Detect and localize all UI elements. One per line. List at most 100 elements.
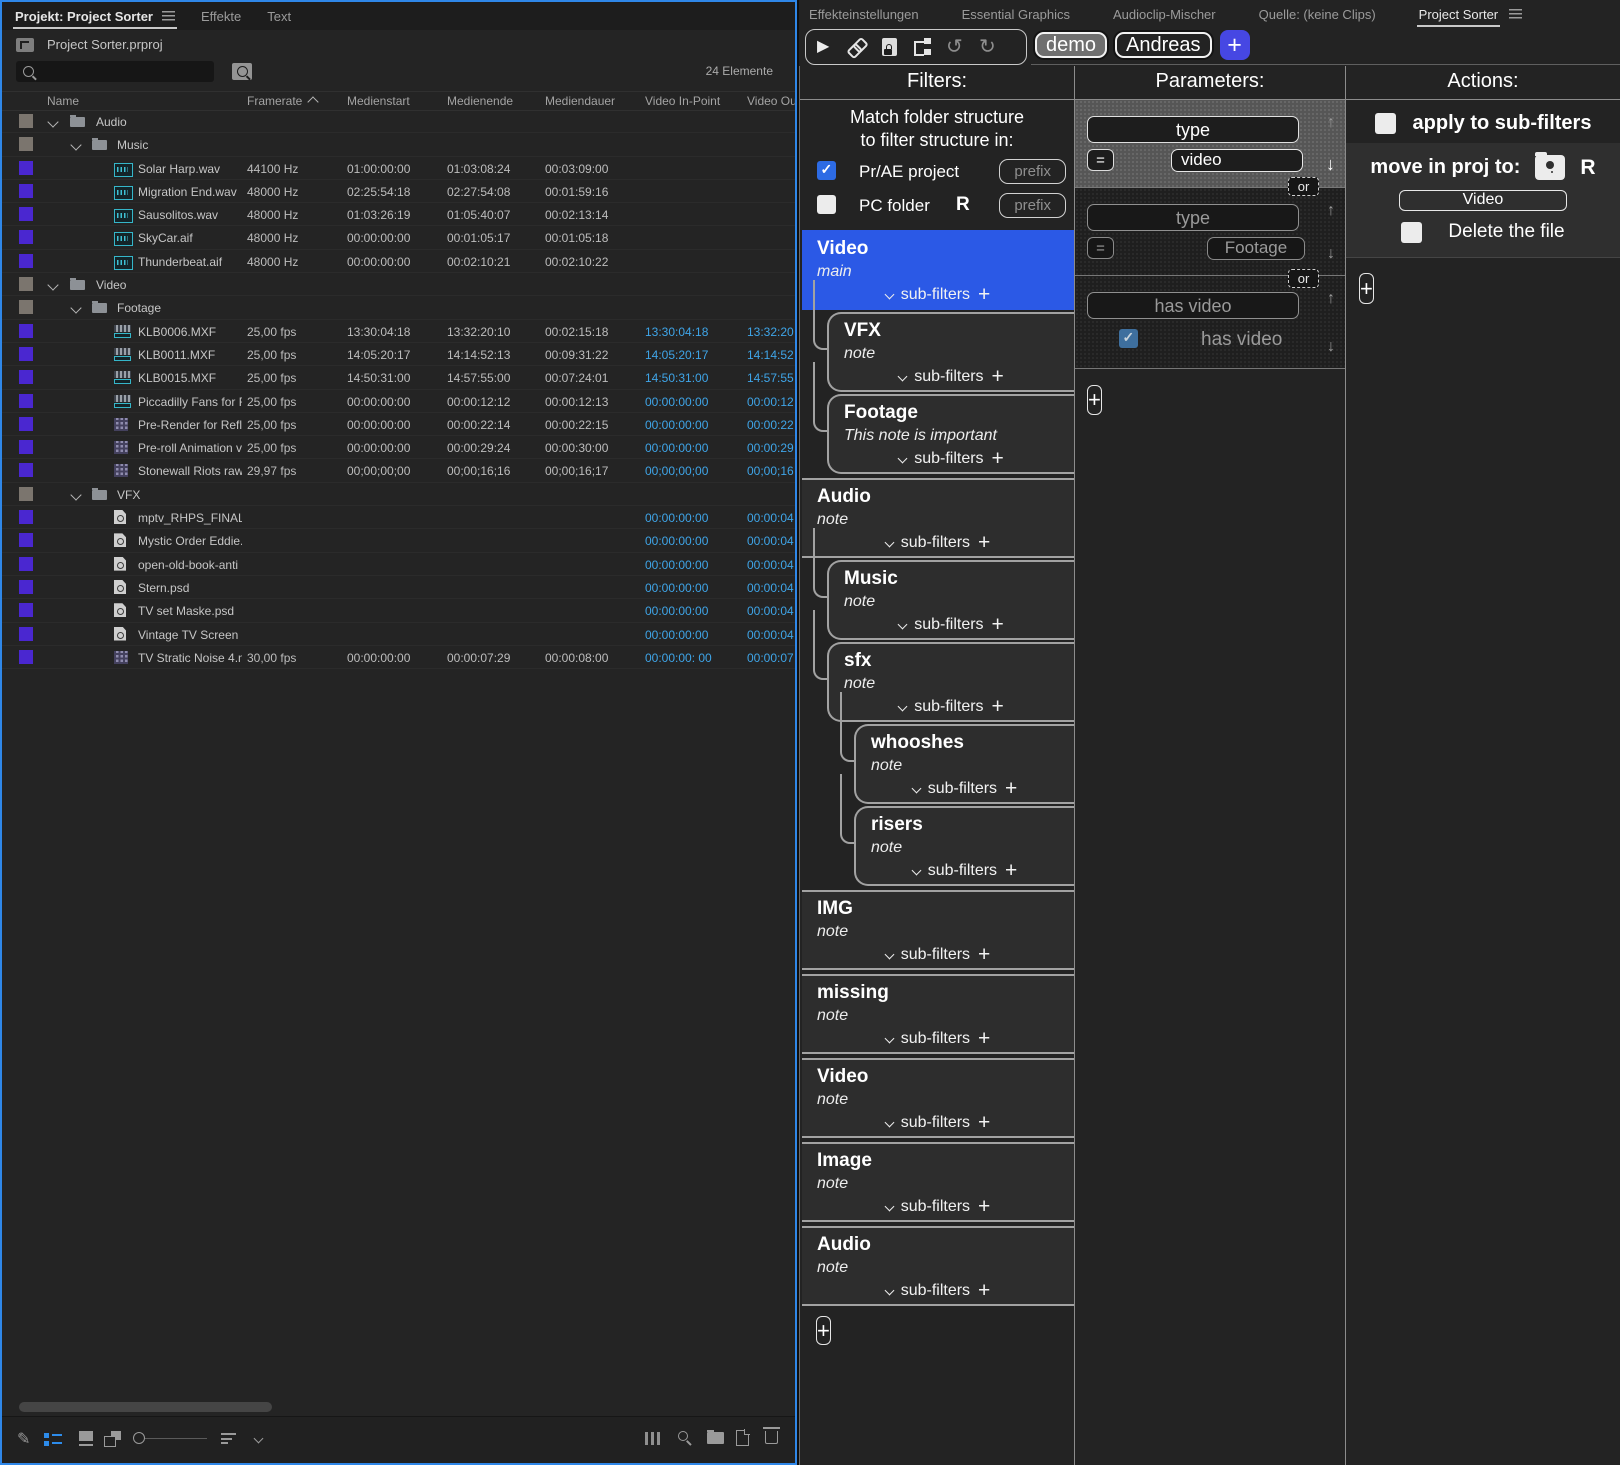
- table-row[interactable]: Stonewall Riots raw29,97 fps00;00;00;000…: [2, 459, 795, 482]
- parameter-block-has-video[interactable]: has videohas video: [1075, 276, 1345, 369]
- tab-text[interactable]: Text: [254, 2, 304, 30]
- table-row[interactable]: Audio: [2, 110, 795, 133]
- arrow-down-icon[interactable]: [1327, 245, 1335, 263]
- add-subfilter-icon[interactable]: +: [978, 1031, 990, 1047]
- folder-expand-icon[interactable]: [47, 279, 58, 290]
- move-target-field[interactable]: Video: [1399, 190, 1567, 211]
- label-color-chip[interactable]: [19, 277, 33, 291]
- chevron-down-icon[interactable]: [884, 1201, 894, 1211]
- table-row[interactable]: Stern.psd00:00:00:0000:00:04: [2, 576, 795, 599]
- label-color-chip[interactable]: [19, 440, 33, 454]
- tab-essential-graphics[interactable]: Essential Graphics: [960, 0, 1072, 28]
- chevron-down-icon[interactable]: [884, 1285, 894, 1295]
- label-color-chip[interactable]: [19, 137, 33, 151]
- table-row[interactable]: Mystic Order Eddie.00:00:00:0000:00:04: [2, 529, 795, 552]
- profile-button-demo[interactable]: demo: [1035, 32, 1107, 58]
- pc-folder-prefix-button[interactable]: prefix: [999, 193, 1066, 218]
- table-row[interactable]: SkyCar.aif48000 Hz00:00:00:0000:01:05:17…: [2, 226, 795, 249]
- operator-button[interactable]: =: [1087, 149, 1114, 171]
- filter-card-risers[interactable]: risersnotesub-filters+: [854, 806, 1074, 886]
- filter-subfilters-row[interactable]: sub-filters+: [802, 1282, 1074, 1300]
- arrow-down-icon[interactable]: [1326, 154, 1335, 175]
- add-subfilter-icon[interactable]: +: [978, 535, 990, 551]
- add-subfilter-icon[interactable]: +: [992, 451, 1004, 467]
- arrow-up-icon[interactable]: [1327, 290, 1335, 308]
- add-subfilter-icon[interactable]: +: [1005, 863, 1017, 879]
- add-subfilter-icon[interactable]: +: [978, 287, 990, 303]
- table-row[interactable]: TV set Maske.psd00:00:00:0000:00:04: [2, 599, 795, 622]
- parameter-name-button[interactable]: type: [1087, 204, 1299, 231]
- label-color-chip[interactable]: [19, 347, 33, 361]
- filter-subfilters-row[interactable]: sub-filters+: [856, 862, 1074, 880]
- filter-card-footage[interactable]: FootageThis note is importantsub-filters…: [827, 394, 1074, 474]
- filter-card-img[interactable]: IMGnotesub-filters+: [802, 890, 1074, 970]
- or-badge[interactable]: or: [1288, 269, 1319, 288]
- table-row[interactable]: Solar Harp.wav44100 Hz01:00:00:0001:03:0…: [2, 157, 795, 180]
- table-row[interactable]: KLB0015.MXF25,00 fps14:50:31:0014:57:55:…: [2, 366, 795, 389]
- chevron-down-icon[interactable]: [884, 1033, 894, 1043]
- label-color-chip[interactable]: [19, 394, 33, 408]
- add-profile-button[interactable]: +: [1220, 30, 1250, 60]
- add-parameter-button[interactable]: +: [1087, 385, 1102, 415]
- parameter-name-button[interactable]: has video: [1087, 292, 1299, 319]
- column-header-video-ou[interactable]: Video Ou: [747, 94, 797, 108]
- delete-file-checkbox[interactable]: [1401, 222, 1422, 243]
- operator-button[interactable]: =: [1087, 237, 1114, 259]
- chevron-down-icon[interactable]: [898, 701, 908, 711]
- label-color-chip[interactable]: [19, 324, 33, 338]
- new-item-icon[interactable]: [736, 1430, 749, 1446]
- undo-icon[interactable]: [946, 37, 964, 57]
- tab-effekte[interactable]: Effekte: [188, 2, 254, 30]
- table-row[interactable]: open-old-book-anti00:00:00:0000:00:04: [2, 553, 795, 576]
- filter-card-missing[interactable]: missingnotesub-filters+: [802, 974, 1074, 1054]
- filter-subfilters-row[interactable]: sub-filters+: [829, 616, 1074, 634]
- parameter-value-field[interactable]: video: [1171, 149, 1303, 172]
- filter-subfilters-row[interactable]: sub-filters+: [856, 780, 1074, 798]
- add-subfilter-icon[interactable]: +: [992, 699, 1004, 715]
- label-color-chip[interactable]: [19, 207, 33, 221]
- target-folder-icon[interactable]: [1535, 155, 1565, 180]
- parameter-block-type[interactable]: type=video: [1075, 100, 1345, 188]
- horizontal-scrollbar[interactable]: [2, 1400, 795, 1414]
- chevron-down-icon[interactable]: [898, 619, 908, 629]
- folder-expand-icon[interactable]: [47, 116, 58, 127]
- label-color-chip[interactable]: [19, 114, 33, 128]
- label-color-chip[interactable]: [19, 557, 33, 571]
- chevron-down-icon[interactable]: [884, 289, 894, 299]
- tab-effekteinstellungen[interactable]: Effekteinstellungen: [807, 0, 921, 28]
- add-subfilter-icon[interactable]: +: [1005, 781, 1017, 797]
- label-color-chip[interactable]: [19, 463, 33, 477]
- label-color-chip[interactable]: [19, 603, 33, 617]
- pr-ae-prefix-button[interactable]: prefix: [999, 159, 1066, 184]
- add-subfilter-icon[interactable]: +: [978, 1199, 990, 1215]
- label-color-chip[interactable]: [19, 417, 33, 431]
- automate-icon[interactable]: [645, 1432, 662, 1445]
- parameter-block-type[interactable]: type=Footage: [1075, 188, 1345, 276]
- chevron-down-icon[interactable]: [884, 949, 894, 959]
- table-row[interactable]: VFX: [2, 483, 795, 506]
- tree-structure-icon[interactable]: [912, 38, 931, 56]
- redo-icon[interactable]: [979, 37, 997, 57]
- chevron-down-icon[interactable]: [884, 537, 894, 547]
- table-row[interactable]: Thunderbeat.aif48000 Hz00:00:00:0000:02:…: [2, 250, 795, 273]
- label-color-chip[interactable]: [19, 230, 33, 244]
- edit-icon[interactable]: [17, 1429, 30, 1449]
- table-row[interactable]: KLB0011.MXF25,00 fps14:05:20:1714:14:52:…: [2, 343, 795, 366]
- label-color-chip[interactable]: [19, 533, 33, 547]
- label-color-chip[interactable]: [19, 510, 33, 524]
- label-color-chip[interactable]: [19, 627, 33, 641]
- navigate-up-icon[interactable]: [16, 38, 34, 52]
- table-row[interactable]: TV Stratic Noise 4.m30,00 fps00:00:00:00…: [2, 646, 795, 669]
- chevron-down-icon[interactable]: [884, 1117, 894, 1127]
- table-row[interactable]: Video: [2, 273, 795, 296]
- add-subfilter-icon[interactable]: +: [978, 1115, 990, 1131]
- filter-subfilters-row[interactable]: sub-filters+: [829, 698, 1074, 716]
- locked-file-icon[interactable]: [882, 38, 897, 56]
- table-row[interactable]: Piccadilly Fans for R25,00 fps00:00:00:0…: [2, 390, 795, 413]
- find-icon[interactable]: [678, 1431, 692, 1445]
- zoom-slider-icon[interactable]: [133, 1432, 209, 1445]
- filter-card-music[interactable]: Musicnotesub-filters+: [827, 560, 1074, 640]
- filter-card-whooshes[interactable]: whooshesnotesub-filters+: [854, 724, 1074, 804]
- add-subfilter-icon[interactable]: +: [978, 947, 990, 963]
- filter-card-video[interactable]: Videomainsub-filters+: [802, 230, 1074, 310]
